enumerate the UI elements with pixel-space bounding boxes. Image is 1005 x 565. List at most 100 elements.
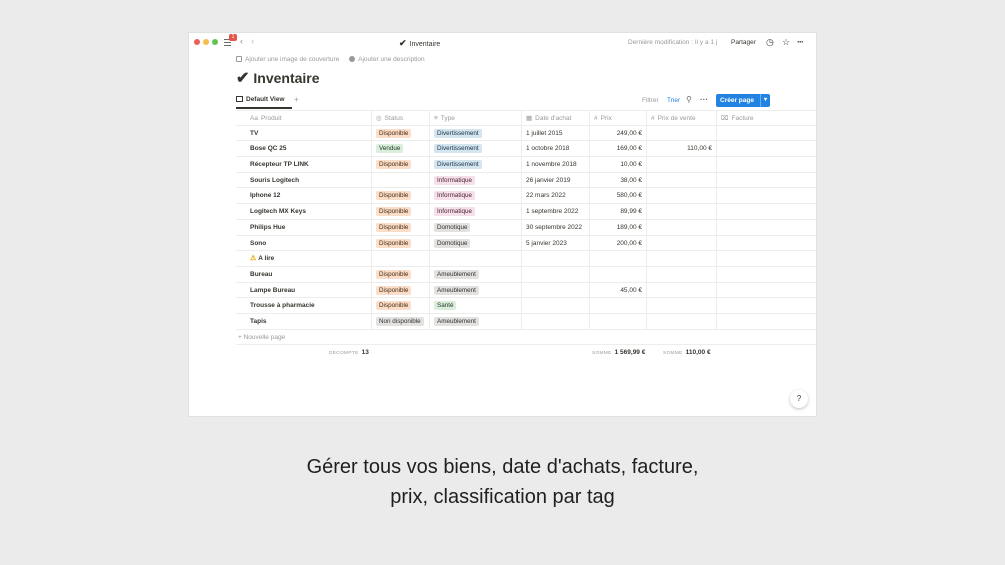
search-icon[interactable]: ⚲	[686, 95, 692, 104]
sale-price-cell[interactable]	[647, 204, 717, 219]
add-view-icon[interactable]: +	[294, 95, 299, 104]
sale-price-cell[interactable]	[647, 282, 717, 298]
table-row[interactable]: Bureau Disponible Ameublement	[236, 266, 816, 283]
invoice-cell[interactable]	[717, 314, 816, 329]
status-cell[interactable]: Disponible	[372, 266, 430, 282]
tab-default-view[interactable]: Default View	[236, 96, 285, 103]
price-cell[interactable]	[590, 251, 647, 266]
price-cell[interactable]	[590, 266, 647, 282]
type-cell[interactable]: Ameublement	[430, 282, 522, 298]
create-page-button[interactable]: Créer page ▾	[716, 94, 770, 107]
breadcrumb[interactable]: ✔ Inventaire	[399, 38, 440, 49]
price-cell[interactable]: 249,00 €	[590, 125, 647, 141]
table-row[interactable]: Tapis Non disponible Ameublement	[236, 313, 816, 330]
date-cell[interactable]	[522, 313, 590, 329]
type-cell[interactable]: Divertissement	[430, 141, 522, 157]
price-cell[interactable]: 89,99 €	[590, 204, 647, 219]
product-cell[interactable]: Logitech MX Keys	[236, 204, 372, 219]
status-cell[interactable]: Disponible	[372, 188, 430, 204]
status-cell[interactable]	[372, 251, 430, 266]
view-more-icon[interactable]: ···	[700, 95, 708, 104]
status-cell[interactable]: Disponible	[372, 125, 430, 141]
sale-price-cell[interactable]	[647, 125, 717, 141]
invoice-cell[interactable]	[717, 204, 816, 219]
invoice-cell[interactable]	[717, 283, 816, 298]
type-cell[interactable]: Domotique	[430, 219, 522, 235]
invoice-cell[interactable]	[717, 188, 816, 203]
more-options-icon[interactable]: ···	[797, 37, 804, 47]
price-cell[interactable]: 189,00 €	[590, 219, 647, 235]
table-row[interactable]: Sono Disponible Domotique 5 janvier 2023 200…	[236, 235, 816, 252]
type-cell[interactable]: Informatique	[430, 172, 522, 188]
sale-price-cell[interactable]	[647, 188, 717, 204]
invoice-cell[interactable]	[717, 126, 816, 141]
product-cell[interactable]: Lampe Bureau	[236, 282, 372, 298]
product-cell[interactable]: Bureau	[236, 266, 372, 282]
share-button[interactable]: Partager	[731, 39, 756, 46]
sale-price-cell[interactable]	[647, 172, 717, 188]
sale-price-cell[interactable]	[647, 298, 717, 313]
product-cell[interactable]: Bose QC 25	[236, 141, 372, 157]
invoice-cell[interactable]	[717, 141, 816, 156]
invoice-cell[interactable]	[717, 157, 816, 172]
product-cell[interactable]: Récepteur TP LINK	[236, 157, 372, 172]
date-cell[interactable]: 30 septembre 2022	[522, 219, 590, 235]
status-cell[interactable]: Disponible	[372, 204, 430, 219]
date-cell[interactable]: 1 novembre 2018	[522, 157, 590, 172]
table-row[interactable]: Lampe Bureau Disponible Ameublement 45,00 €	[236, 282, 816, 299]
column-header-invoice[interactable]: ⌧ Facture	[717, 111, 816, 125]
filter-button[interactable]: Filtrer	[642, 97, 659, 104]
product-cell[interactable]: Sono	[236, 235, 372, 251]
type-cell[interactable]: Ameublement	[430, 266, 522, 282]
sale-price-cell[interactable]: 110,00 €	[647, 141, 717, 157]
help-button[interactable]: ?	[790, 390, 808, 408]
new-page-button[interactable]: + Nouvelle page	[236, 330, 816, 345]
maximize-window-button[interactable]	[212, 39, 218, 45]
status-cell[interactable]: Disponible	[372, 298, 430, 313]
product-cell[interactable]: Tapis	[236, 313, 372, 329]
chevron-down-icon[interactable]: ▾	[760, 94, 770, 107]
status-cell[interactable]: Non disponible	[372, 313, 430, 329]
invoice-cell[interactable]	[717, 298, 816, 313]
price-cell[interactable]: 169,00 €	[590, 141, 647, 157]
date-cell[interactable]: 22 mars 2022	[522, 188, 590, 204]
price-cell[interactable]	[590, 313, 647, 329]
product-cell[interactable]: ⚠ A lire	[236, 251, 372, 266]
date-cell[interactable]: 1 octobre 2018	[522, 141, 590, 157]
sale-price-cell[interactable]	[647, 251, 717, 266]
type-cell[interactable]: Divertissement	[430, 157, 522, 172]
type-cell[interactable]: Ameublement	[430, 313, 522, 329]
price-cell[interactable]: 38,00 €	[590, 172, 647, 188]
price-cell[interactable]	[590, 298, 647, 313]
notification-badge[interactable]: 1	[229, 34, 237, 41]
date-cell[interactable]	[522, 298, 590, 313]
invoice-cell[interactable]	[717, 236, 816, 251]
type-cell[interactable]: Divertissement	[430, 125, 522, 141]
price-cell[interactable]: 45,00 €	[590, 282, 647, 298]
date-cell[interactable]: 1 juillet 2015	[522, 125, 590, 141]
table-row[interactable]: Bose QC 25 Vendue Divertissement 1 octobre …	[236, 141, 816, 158]
product-cell[interactable]: Trousse à pharmacie	[236, 298, 372, 313]
favorite-star-icon[interactable]: ☆	[782, 37, 790, 47]
price-cell[interactable]: 10,00 €	[590, 157, 647, 172]
type-cell[interactable]: Domotique	[430, 235, 522, 251]
minimize-window-button[interactable]	[203, 39, 209, 45]
type-cell[interactable]: Santé	[430, 298, 522, 313]
count-calculation[interactable]: DÉCOMPTE 13	[329, 349, 369, 356]
table-row[interactable]: Souris Logitech Informatique 26 janvier 20…	[236, 172, 816, 189]
price-cell[interactable]: 200,00 €	[590, 235, 647, 251]
history-clock-icon[interactable]: ◷	[766, 37, 774, 47]
date-cell[interactable]	[522, 251, 590, 266]
sale-sum-calculation[interactable]: SOMME 110,00 €	[663, 349, 711, 356]
status-cell[interactable]: Disponible	[372, 235, 430, 251]
table-row[interactable]: Récepteur TP LINK Disponible Divertissemen…	[236, 157, 816, 173]
sale-price-cell[interactable]	[647, 157, 717, 172]
column-header-sale-price[interactable]: # Prix de vente	[647, 111, 717, 125]
table-row[interactable]: Trousse à pharmacie Disponible Santé	[236, 298, 816, 314]
type-cell[interactable]: Informatique	[430, 188, 522, 204]
close-window-button[interactable]	[194, 39, 200, 45]
column-header-status[interactable]: ◎ Status	[372, 111, 430, 125]
sale-price-cell[interactable]	[647, 313, 717, 329]
status-cell[interactable]: Disponible	[372, 282, 430, 298]
status-cell[interactable]: Disponible	[372, 157, 430, 172]
